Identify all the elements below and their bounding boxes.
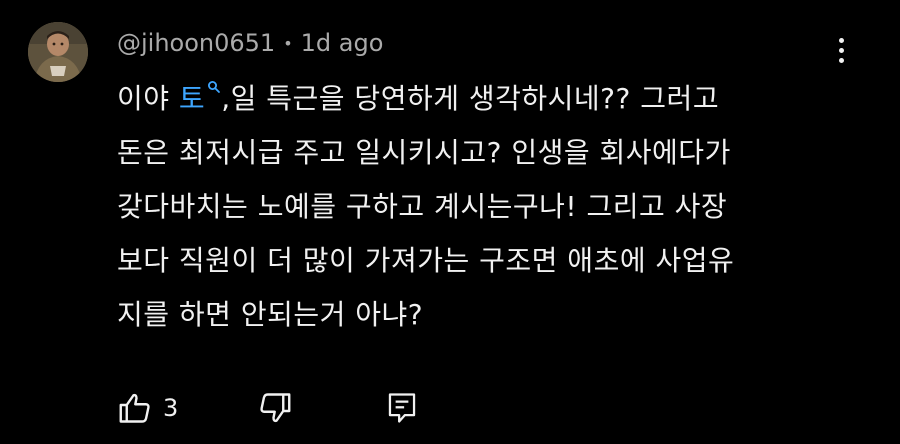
- comment-body: 이야 토 ,일 특근을 당연하게 생각하시네?? 그러고 돈은 최저시급 주고 일…: [117, 72, 837, 342]
- more-vert-icon: [838, 47, 844, 53]
- comment-line-text: ,일 특근을 당연하게 생각하시네?? 그러고: [221, 82, 720, 115]
- avatar[interactable]: [28, 22, 88, 82]
- reply-button[interactable]: [385, 385, 419, 431]
- thumb-down-icon: [260, 393, 291, 423]
- comment-line: 이야 토 ,일 특근을 당연하게 생각하시네?? 그러고: [117, 72, 837, 126]
- comment-item: @jihoon0651 • 1d ago 이야 토 ,일 특근을 당연하게 생각하…: [0, 0, 900, 444]
- comment-line-text: 이야: [117, 82, 179, 115]
- comment-line: 지를 하면 안되는거 아냐?: [117, 298, 424, 331]
- dislike-button[interactable]: [257, 385, 293, 431]
- comment-line: 보다 직원이 더 많이 가져가는 구조면 애초에 사업유: [117, 244, 735, 277]
- like-count: 3: [163, 394, 179, 422]
- comment-line: 갖다바치는 노예를 구하고 계시는구나! 그리고 사장: [117, 190, 728, 223]
- like-button[interactable]: 3: [117, 385, 178, 431]
- comment-meta: @jihoon0651 • 1d ago: [117, 26, 383, 60]
- more-vert-icon: [838, 37, 844, 43]
- comment-line: 돈은 최저시급 주고 일시키시고? 인생을 회사에다가: [117, 136, 731, 169]
- thumb-up-icon: [119, 393, 150, 423]
- meta-separator: •: [283, 33, 293, 53]
- reply-comment-icon: [388, 393, 416, 423]
- mention-link[interactable]: 토: [178, 81, 221, 115]
- avatar-image: [28, 22, 88, 82]
- comment-actions: 3: [117, 385, 437, 431]
- mention-text: 토: [178, 82, 206, 115]
- author-name[interactable]: @jihoon0651: [117, 29, 275, 57]
- more-options-button[interactable]: [826, 28, 856, 72]
- search-icon: [208, 81, 221, 93]
- more-vert-icon: [838, 57, 844, 63]
- comment-time: 1d ago: [300, 29, 384, 57]
